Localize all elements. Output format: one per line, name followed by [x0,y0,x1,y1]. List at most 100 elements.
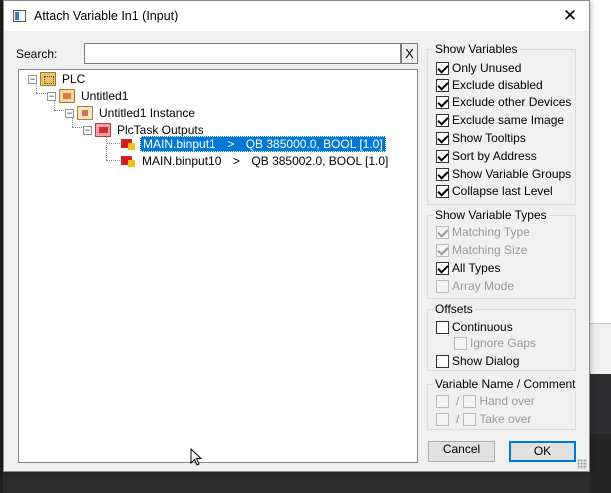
title-bar[interactable]: Attach Variable In1 (Input) ✕ [4,1,589,31]
sort-by-address-checkbox[interactable]: Sort by Address [436,148,537,164]
variable-name-comment-group: Variable Name / Comment / Hand over / Ta… [427,377,578,430]
exclude-other-devices-checkbox[interactable]: Exclude other Devices [436,94,571,110]
search-label: Search: [16,47,58,61]
name-take-over-checkbox [436,412,449,426]
checkbox-label: Matching Type [452,225,530,239]
take-over-row: / Take over [436,411,531,427]
checkbox-box[interactable] [436,113,449,127]
tree-line [106,143,120,144]
checkbox-label: Exclude other Devices [452,95,572,109]
tree-node-label: Untitled1 [81,89,129,103]
show-variables-group: Show Variables Only Unused Exclude disab… [427,42,576,205]
comment-hand-over-checkbox [463,394,477,408]
show-tooltips-checkbox[interactable]: Show Tooltips [436,130,526,146]
search-input[interactable] [84,43,401,64]
show-variable-types-group: Show Variable Types Matching Type Matchi… [427,208,576,299]
tree-item-label: MAIN.binput1 > QB 385000.0, BOOL [1.0] [140,136,386,152]
background-app-dark [590,374,611,434]
show-variable-groups-checkbox[interactable]: Show Variable Groups [436,166,571,182]
resize-grip-icon[interactable] [577,459,587,469]
checkbox-box[interactable] [436,184,449,198]
checkbox-box [454,336,467,350]
array-mode-checkbox: Array Mode [436,278,514,294]
separator-slash: / [456,412,460,426]
tree-node-label: Untitled1 Instance [99,106,196,120]
background-app-strip [590,324,611,374]
collapse-icon[interactable]: − [65,108,74,118]
checkbox-box[interactable] [436,131,449,145]
window-title: Attach Variable In1 (Input) [34,9,179,23]
checkbox-label: Take over [479,412,532,426]
project-icon [59,89,75,103]
collapse-icon[interactable]: − [28,74,37,84]
checkbox-label: Hand over [479,394,535,408]
checkbox-box [436,243,449,257]
collapse-last-level-checkbox[interactable]: Collapse last Level [436,183,553,199]
attach-variable-dialog: Attach Variable In1 (Input) ✕ Search: X … [3,0,590,472]
checkbox-box[interactable] [436,320,449,334]
only-unused-checkbox[interactable]: Only Unused [436,60,521,76]
group-title: Show Variable Types [433,208,549,222]
tree-node-label: PlcTask Outputs [117,123,204,137]
variable-tree[interactable]: − PLC − Untitled1 − Untitled1 Instance −… [18,69,418,463]
window-icon [13,10,26,22]
collapse-icon[interactable]: − [47,91,56,101]
exclude-same-image-checkbox[interactable]: Exclude same Image [436,112,564,128]
plc-icon [40,72,56,86]
checkbox-box[interactable] [436,261,449,275]
collapse-icon[interactable]: − [83,125,92,135]
output-variable-icon [120,137,136,151]
name-hand-over-checkbox [436,394,449,408]
separator-slash: / [456,394,460,408]
checkbox-label: Ignore Gaps [470,336,537,350]
matching-type-checkbox: Matching Type [436,224,530,240]
checkbox-box[interactable] [436,167,449,181]
instance-icon [77,106,93,120]
all-types-checkbox[interactable]: All Types [436,260,500,276]
checkbox-box[interactable] [436,354,449,368]
continuous-checkbox[interactable]: Continuous [436,319,513,335]
tree-node-project[interactable]: − Untitled1 [47,88,130,104]
offsets-group: Offsets Continuous Ignore Gaps Show Dial… [427,302,576,371]
checkbox-label: Collapse last Level [452,184,553,198]
checkbox-box [436,279,449,293]
hand-over-row: / Hand over [436,393,535,409]
ok-button[interactable]: OK [509,441,576,462]
group-title: Variable Name / Comment [433,377,578,391]
checkbox-label: Continuous [452,320,513,334]
tree-node-instance[interactable]: − Untitled1 Instance [65,105,197,121]
group-title: Offsets [433,302,475,316]
checkbox-label: Exclude same Image [452,113,565,127]
cancel-button[interactable]: Cancel [428,441,495,462]
show-dialog-checkbox[interactable]: Show Dialog [436,353,519,369]
checkbox-box[interactable] [436,95,449,109]
tree-node-label: PLC [62,72,86,86]
checkbox-box [436,225,449,239]
background-app-panel [590,0,611,323]
group-title: Show Variables [433,42,520,56]
tree-line [106,160,120,161]
tree-line [72,127,82,128]
matching-size-checkbox: Matching Size [436,242,527,258]
tree-item-variable[interactable]: MAIN.binput1 > QB 385000.0, BOOL [1.0] [120,136,386,152]
search-clear-button[interactable]: X [401,43,418,64]
comment-take-over-checkbox [463,412,477,426]
mouse-cursor-icon [190,448,203,466]
checkbox-label: Sort by Address [452,149,537,163]
close-icon[interactable]: ✕ [561,7,579,25]
tree-item-variable[interactable]: MAIN.binput10 > QB 385002.0, BOOL [1.0] [120,153,390,169]
checkbox-box[interactable] [436,78,449,92]
checkbox-label: Matching Size [452,243,528,257]
checkbox-label: All Types [452,261,501,275]
tree-line [36,93,46,94]
checkbox-label: Array Mode [452,279,515,293]
background-app-dark-lower [590,434,611,493]
checkbox-label: Only Unused [452,61,522,75]
tree-item-label: MAIN.binput10 > QB 385002.0, BOOL [1.0] [142,154,389,168]
tree-node-plc[interactable]: − PLC [28,71,87,87]
checkbox-label: Show Dialog [452,354,520,368]
exclude-disabled-checkbox[interactable]: Exclude disabled [436,77,543,93]
checkbox-box[interactable] [436,61,449,75]
output-variable-icon [120,154,136,168]
checkbox-box[interactable] [436,149,449,163]
